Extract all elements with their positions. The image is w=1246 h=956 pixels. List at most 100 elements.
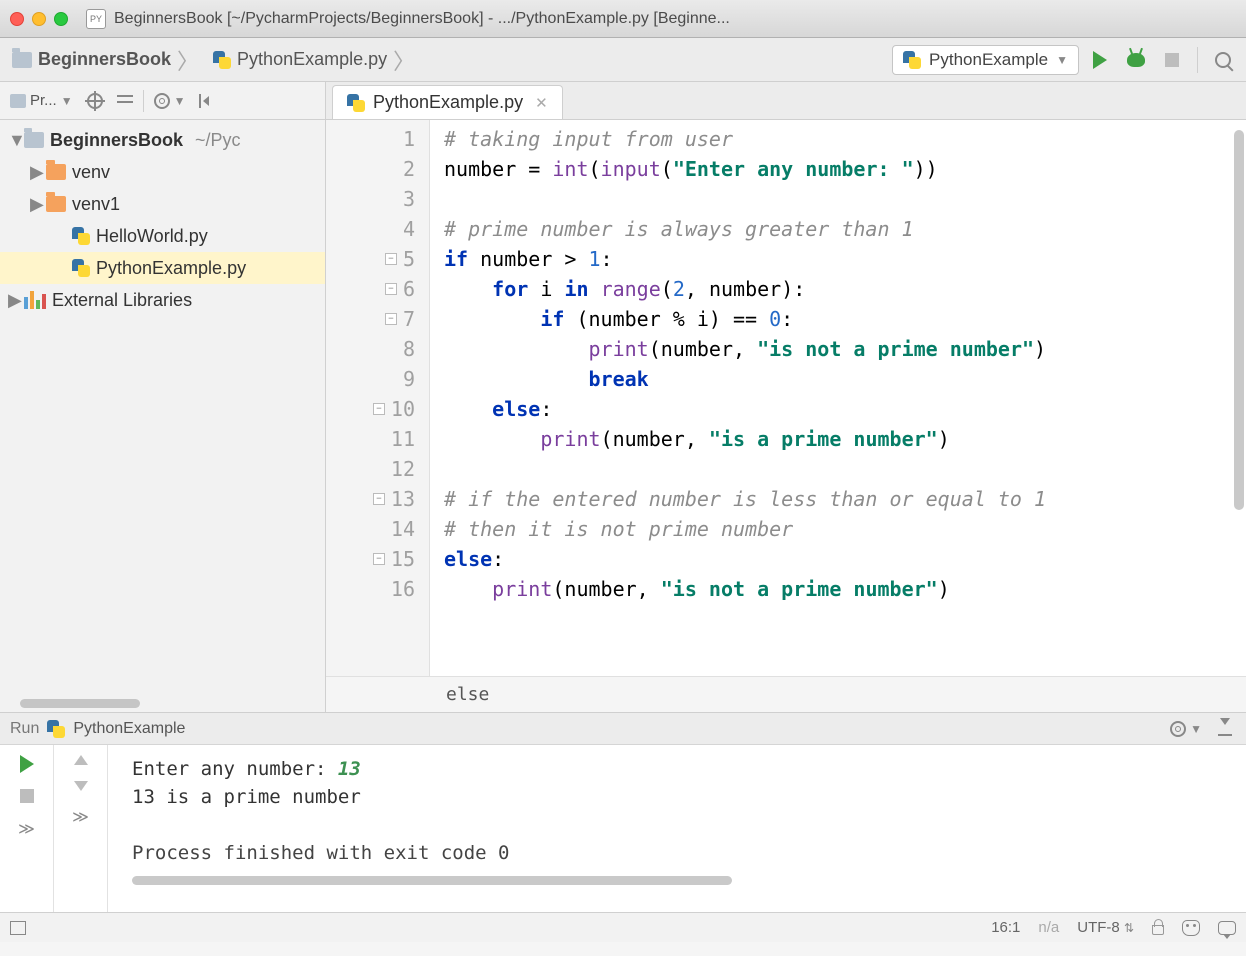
project-tree[interactable]: ▼ BeginnersBook ~/Pyc ▶venv▶venv1HelloWo… xyxy=(0,120,325,694)
external-libraries-label: External Libraries xyxy=(52,290,192,311)
code-line[interactable]: if (number % i) == 0: xyxy=(444,304,1246,334)
debug-button[interactable] xyxy=(1121,45,1151,75)
stop-button[interactable] xyxy=(20,789,34,803)
code-line[interactable]: if number > 1: xyxy=(444,244,1246,274)
breadcrumb-project[interactable]: BeginnersBook 〉 xyxy=(8,44,203,76)
python-file-icon xyxy=(72,259,90,277)
line-number: 3 xyxy=(403,184,415,214)
inspections-status[interactable]: n/a xyxy=(1038,919,1059,936)
close-window-button[interactable] xyxy=(10,12,24,26)
fold-toggle[interactable]: − xyxy=(385,253,397,265)
minimize-window-button[interactable] xyxy=(32,12,46,26)
tree-item[interactable]: HelloWorld.py xyxy=(0,220,325,252)
folder-icon xyxy=(46,196,66,212)
expand-icon[interactable]: ▶ xyxy=(30,194,40,215)
code-line[interactable]: # if the entered number is less than or … xyxy=(444,484,1246,514)
folder-icon xyxy=(46,164,66,180)
editor-scrollbar[interactable] xyxy=(1232,120,1244,676)
collapse-icon xyxy=(117,93,133,109)
feedback-icon[interactable] xyxy=(1218,921,1236,935)
editor-tab[interactable]: PythonExample.py ✕ xyxy=(332,85,563,119)
external-libraries[interactable]: ▶ External Libraries xyxy=(0,284,325,316)
code-line[interactable]: break xyxy=(444,364,1246,394)
code-line[interactable] xyxy=(444,454,1246,484)
close-tab-icon[interactable]: ✕ xyxy=(535,94,548,112)
fold-toggle[interactable]: − xyxy=(373,553,385,565)
line-number: 2 xyxy=(403,154,415,184)
settings-button[interactable]: ▼ xyxy=(150,91,190,111)
code-line[interactable]: # then it is not prime number xyxy=(444,514,1246,544)
stop-button[interactable] xyxy=(1157,45,1187,75)
expand-icon[interactable]: ▼ xyxy=(8,130,18,151)
console-exit-line: Process finished with exit code 0 xyxy=(132,839,1240,867)
console-scrollbar[interactable] xyxy=(132,873,1240,887)
down-stack-button[interactable] xyxy=(74,781,88,791)
console-output[interactable]: Enter any number: 13 13 is a prime numbe… xyxy=(108,745,1246,912)
rerun-button[interactable] xyxy=(20,755,34,773)
arrow-down-icon xyxy=(74,781,88,791)
tree-item[interactable]: ▶venv1 xyxy=(0,188,325,220)
expand-icon[interactable]: ▶ xyxy=(30,162,40,183)
code-line[interactable]: # prime number is always greater than 1 xyxy=(444,214,1246,244)
cursor-position[interactable]: 16:1 xyxy=(991,919,1020,936)
code-content[interactable]: # taking input from usernumber = int(inp… xyxy=(430,120,1246,676)
python-file-icon xyxy=(47,720,65,738)
code-line[interactable]: print(number, "is not a prime number") xyxy=(444,574,1246,604)
run-configuration-selector[interactable]: PythonExample ▼ xyxy=(892,45,1079,75)
line-number: 8 xyxy=(403,334,415,364)
line-number: 14 xyxy=(391,514,415,544)
line-number: 6 xyxy=(403,274,415,304)
code-line[interactable]: print(number, "is not a prime number") xyxy=(444,334,1246,364)
tree-root[interactable]: ▼ BeginnersBook ~/Pyc xyxy=(0,124,325,156)
code-line[interactable] xyxy=(444,184,1246,214)
tree-root-label: BeginnersBook xyxy=(50,130,183,151)
editor-breadcrumb[interactable]: else xyxy=(326,676,1246,712)
code-line[interactable]: print(number, "is a prime number") xyxy=(444,424,1246,454)
tool-windows-button[interactable] xyxy=(10,921,26,935)
scroll-from-source-button[interactable] xyxy=(83,91,107,111)
sidebar-scrollbar[interactable] xyxy=(0,694,325,712)
hide-button[interactable] xyxy=(195,92,213,110)
code-line[interactable]: else: xyxy=(444,394,1246,424)
code-line[interactable]: for i in range(2, number): xyxy=(444,274,1246,304)
run-settings-button[interactable]: ▼ xyxy=(1166,719,1206,739)
fold-toggle[interactable]: − xyxy=(385,283,397,295)
export-button[interactable] xyxy=(1214,720,1236,738)
memory-indicator-icon[interactable] xyxy=(1182,920,1200,936)
collapse-all-button[interactable] xyxy=(113,91,137,111)
zoom-window-button[interactable] xyxy=(54,12,68,26)
console-line: 13 is a prime number xyxy=(132,783,1240,811)
fold-toggle[interactable]: − xyxy=(373,493,385,505)
status-bar: 16:1 n/a UTF-8 ⇅ xyxy=(0,912,1246,942)
code-line[interactable]: else: xyxy=(444,544,1246,574)
more-actions-button[interactable]: ≫ xyxy=(18,819,35,839)
fold-toggle[interactable]: − xyxy=(373,403,385,415)
readonly-toggle[interactable] xyxy=(1152,925,1164,935)
project-view-label: Pr... xyxy=(30,92,57,109)
run-button[interactable] xyxy=(1085,45,1115,75)
hide-icon xyxy=(199,94,209,108)
tree-root-path: ~/Pyc xyxy=(195,130,241,151)
search-icon xyxy=(1215,52,1231,68)
project-view-selector[interactable]: Pr... ▼ xyxy=(6,90,77,111)
editor-gutter[interactable]: −1−2−3−4−5−6−7−8−9−10−11−12−13−14−15−16 xyxy=(326,120,430,676)
code-editor[interactable]: −1−2−3−4−5−6−7−8−9−10−11−12−13−14−15−16 … xyxy=(326,120,1246,676)
encoding-selector[interactable]: UTF-8 ⇅ xyxy=(1077,919,1134,936)
more-nav-button[interactable]: ≫ xyxy=(72,807,89,827)
fold-toggle[interactable]: − xyxy=(385,313,397,325)
line-number: 10 xyxy=(391,394,415,424)
gear-icon xyxy=(154,93,170,109)
play-icon xyxy=(1093,51,1107,69)
expand-icon[interactable]: ▶ xyxy=(8,290,18,311)
folder-icon xyxy=(24,132,44,148)
project-icon xyxy=(10,94,26,108)
search-everywhere-button[interactable] xyxy=(1208,45,1238,75)
tree-item[interactable]: PythonExample.py xyxy=(0,252,325,284)
up-stack-button[interactable] xyxy=(74,755,88,765)
python-file-icon xyxy=(213,51,231,69)
breadcrumb-project-label: BeginnersBook xyxy=(38,49,171,70)
breadcrumb-file[interactable]: PythonExample.py 〉 xyxy=(209,44,419,76)
code-line[interactable]: # taking input from user xyxy=(444,124,1246,154)
code-line[interactable]: number = int(input("Enter any number: ")… xyxy=(444,154,1246,184)
tree-item[interactable]: ▶venv xyxy=(0,156,325,188)
